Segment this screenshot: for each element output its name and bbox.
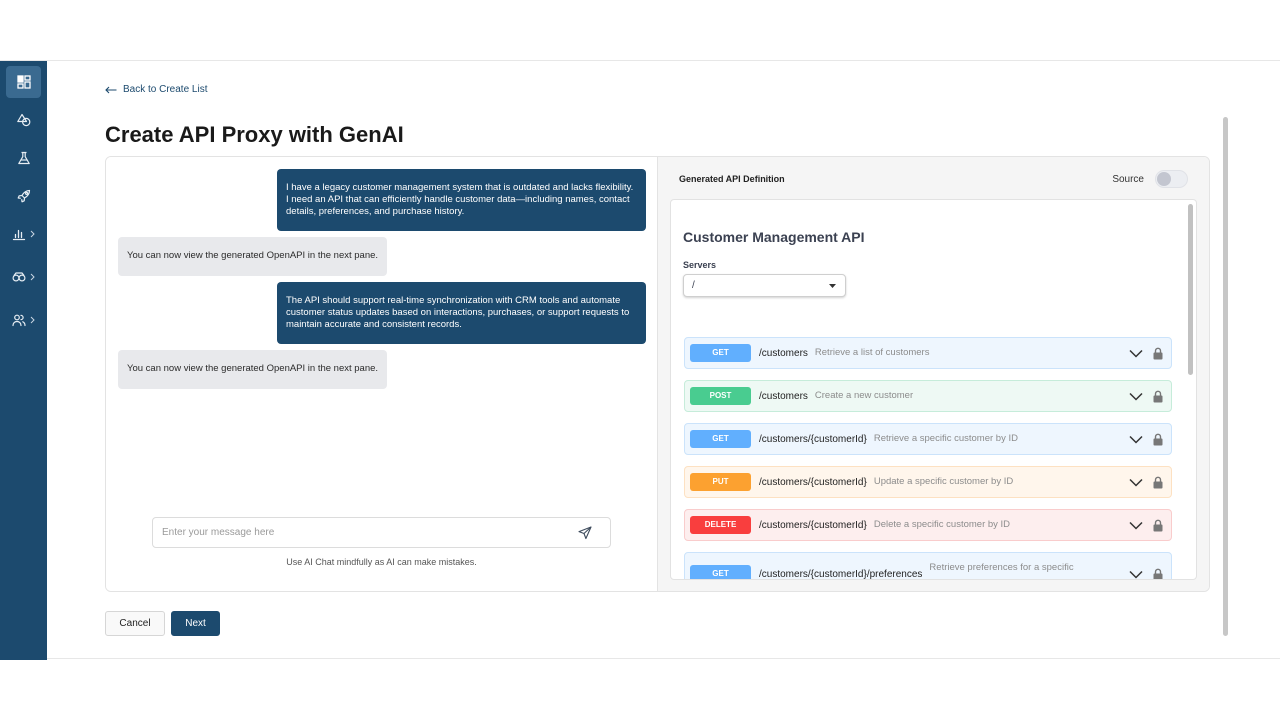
flask-icon [17,151,31,165]
page-title: Create API Proxy with GenAI [105,122,404,147]
operation-get-customer-by-id[interactable]: GET /customers/{customerId} Retrieve a s… [684,423,1172,455]
infinity-icon [12,270,26,284]
method-badge: POST [690,387,751,405]
genai-workspace: I have a legacy customer management syst… [105,156,1210,592]
api-title: Customer Management API [683,229,865,245]
ai-disclaimer: Use AI Chat mindfully as AI can make mis… [286,557,477,567]
cancel-button[interactable]: Cancel [105,611,165,636]
lock-icon[interactable] [1153,347,1163,360]
source-label: Source [1112,173,1144,185]
operation-path: /customers [759,390,808,402]
operation-summary: Retrieve a specific customer by ID [873,433,1018,444]
caret-down-icon [829,283,836,288]
sidebar-item-shapes[interactable] [6,104,41,136]
lock-icon[interactable] [1153,519,1163,532]
lock-icon[interactable] [1153,433,1163,446]
sidebar-item-deploy[interactable] [6,180,41,212]
footer-divider [47,658,1280,659]
chevron-down-icon[interactable] [1129,435,1143,444]
chevron-down-icon[interactable] [1129,478,1143,487]
chevron-right-icon [30,316,35,324]
arrow-left-icon [105,86,117,94]
method-badge: GET [690,565,751,579]
operation-summary: Create a new customer [814,390,914,401]
chat-messages: I have a legacy customer management syst… [118,169,646,389]
servers-label: Servers [683,260,717,270]
sidebar-item-labs[interactable] [6,142,41,174]
swagger-content: Customer Management API Servers / GET /c… [671,200,1184,580]
definition-heading: Generated API Definition [679,174,785,184]
toggle-knob [1157,172,1171,186]
operation-summary: Update a specific customer by ID [873,476,1014,487]
operation-path: /customers [759,347,808,359]
send-icon [578,525,592,540]
method-badge: DELETE [690,516,751,534]
sidebar-item-users[interactable] [6,304,41,336]
chevron-down-icon[interactable] [1129,392,1143,401]
rocket-icon [17,189,31,203]
operation-get-customers[interactable]: GET /customers Retrieve a list of custom… [684,337,1172,369]
operation-summary: Retrieve preferences for a specific [929,562,1074,573]
chevron-down-icon[interactable] [1129,521,1143,530]
servers-select[interactable]: / [683,274,846,297]
top-bar [0,0,1280,61]
operation-path: /customers/{customerId}/preferences [759,568,923,580]
back-link[interactable]: Back to Create List [105,83,207,97]
chat-pane: I have a legacy customer management syst… [106,157,657,591]
api-definition-pane: Generated API Definition Source Customer… [657,157,1209,591]
sidebar-item-integrations[interactable] [6,261,41,293]
operation-path: /customers/{customerId} [759,519,867,531]
method-badge: GET [690,430,751,448]
lock-icon[interactable] [1153,568,1163,579]
definition-scrollbar[interactable] [1188,204,1193,375]
chevron-right-icon [30,230,35,238]
operation-path: /customers/{customerId} [759,433,867,445]
swagger-viewer: Customer Management API Servers / GET /c… [670,199,1197,580]
assistant-message: You can now view the generated OpenAPI i… [118,350,388,389]
chat-input-box [152,517,611,548]
source-toggle[interactable] [1155,170,1188,188]
shapes-icon [16,113,31,127]
operation-put-customer-by-id[interactable]: PUT /customers/{customerId} Update a spe… [684,466,1172,498]
user-message: The API should support real-time synchro… [277,282,646,344]
dashboard-icon [16,75,31,89]
operation-get-customer-preferences[interactable]: GET /customers/{customerId}/preferences … [684,552,1172,580]
chat-message-input[interactable] [162,527,576,538]
bar-chart-icon [12,227,26,241]
chevron-down-icon[interactable] [1129,349,1143,358]
back-link-label: Back to Create List [123,84,208,95]
operation-delete-customer-by-id[interactable]: DELETE /customers/{customerId} Delete a … [684,509,1172,541]
lock-icon[interactable] [1153,390,1163,403]
sidebar-item-analytics[interactable] [6,218,41,250]
users-icon [12,313,26,327]
user-message: I have a legacy customer management syst… [277,169,646,231]
next-button[interactable]: Next [171,611,220,636]
operation-post-customers[interactable]: POST /customers Create a new customer [684,380,1172,412]
sidebar [0,61,47,660]
operation-summary: Delete a specific customer by ID [873,519,1011,530]
chevron-down-icon[interactable] [1129,570,1143,579]
method-badge: PUT [690,473,751,491]
sidebar-item-dashboard[interactable] [6,66,41,98]
chevron-right-icon [30,273,35,281]
method-badge: GET [690,344,751,362]
servers-select-value: / [692,280,695,291]
assistant-message: You can now view the generated OpenAPI i… [118,237,388,276]
definition-header: Generated API Definition Source [679,170,1188,188]
lock-icon[interactable] [1153,476,1163,489]
operations-list: GET /customers Retrieve a list of custom… [684,337,1172,580]
page-scrollbar[interactable] [1223,117,1228,636]
source-toggle-group: Source [1112,170,1188,188]
operation-path: /customers/{customerId} [759,476,867,488]
send-button[interactable] [576,524,594,542]
operation-summary: Retrieve a list of customers [814,347,930,358]
